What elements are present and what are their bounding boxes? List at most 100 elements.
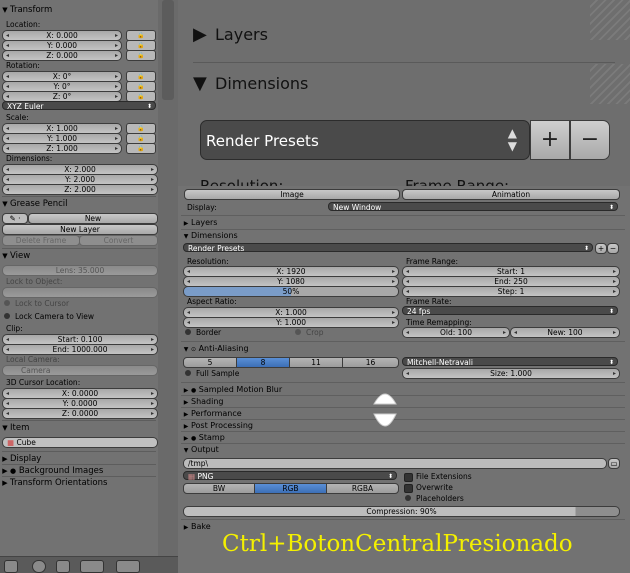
shading-header[interactable]: ▶ Shading — [181, 396, 625, 407]
view-header[interactable]: ▼ View — [0, 250, 157, 262]
camera-field[interactable]: Camera — [2, 365, 158, 376]
expanded-triangle-icon: ▼ — [2, 252, 8, 260]
collapsed-triangle-icon: ▶ — [183, 524, 189, 531]
frame-rate-label: Frame Rate: — [406, 297, 452, 306]
lock-to-cursor-checkbox[interactable] — [4, 300, 10, 306]
lock-location-z-icon[interactable]: 🔒 — [126, 50, 156, 61]
add-preset-button[interactable]: + — [595, 243, 607, 254]
post-processing-header[interactable]: ▶ Post Processing — [181, 420, 625, 431]
zoom-remove-preset-button[interactable]: − — [570, 120, 610, 160]
new-layer-button[interactable]: New Layer — [2, 224, 158, 235]
scale-z-field[interactable]: ◂ Z: 1.000 ▸ — [2, 143, 122, 154]
convert-button[interactable]: Convert — [79, 235, 158, 246]
performance-header[interactable]: ▶ Performance — [181, 408, 625, 419]
lock-scale-z-icon[interactable]: 🔒 — [126, 143, 156, 154]
aa-samples-8[interactable]: 8 — [236, 357, 290, 368]
panel-grip-icon — [590, 0, 630, 40]
rotation-mode-select[interactable]: XYZ Euler ⬍ — [2, 101, 156, 111]
color-mode-rgba[interactable]: RGBA — [326, 483, 399, 494]
frame-rate-select[interactable]: 24 fps ⬍ — [402, 306, 618, 316]
file-extensions-checkbox[interactable] — [404, 473, 413, 482]
aa-filter-select[interactable]: Mitchell-Netravali ⬍ — [402, 357, 618, 367]
overlay-caption: Ctrl+BotonCentralPresionado — [222, 531, 573, 557]
output-path-field[interactable]: /tmp\ — [183, 458, 607, 469]
transform-orientations-header[interactable]: ▶ Transform Orientations — [0, 477, 157, 489]
delete-frame-button[interactable]: Delete Frame — [2, 235, 80, 246]
updown-arrows-icon: ▲ ▼ — [507, 126, 517, 153]
editor-type-icon[interactable] — [4, 560, 18, 573]
zoom-direction-arrows-icon — [373, 393, 397, 427]
remap-new-field[interactable]: ◂ New: 100 ▸ — [510, 327, 620, 338]
color-mode-bw[interactable]: BW — [183, 483, 255, 494]
aa-samples-16[interactable]: 16 — [342, 357, 399, 368]
transform-title: Transform — [10, 5, 53, 15]
filter-size-field[interactable]: ◂ Size: 1.000 ▸ — [402, 368, 620, 379]
folder-icon[interactable]: ▭ — [608, 458, 620, 469]
motion-blur-header[interactable]: ▶ ● Sampled Motion Blur — [181, 384, 625, 395]
object-name-field[interactable]: ■ Cube — [2, 437, 158, 448]
divider — [181, 519, 625, 520]
overwrite-checkbox[interactable] — [404, 484, 413, 493]
draw-mode-icon[interactable]: ✎ · — [2, 213, 28, 224]
transform-header[interactable]: ▼ Transform — [0, 4, 157, 16]
grease-pencil-header[interactable]: ▼ Grease Pencil — [0, 198, 157, 210]
output-header[interactable]: ▼ Output — [181, 444, 625, 455]
placeholders-checkbox[interactable] — [405, 495, 411, 501]
compression-slider[interactable]: Compression: 90% — [183, 506, 620, 517]
panel-scrollbar[interactable] — [158, 0, 178, 572]
layers-header[interactable]: ▶ Layers — [181, 217, 625, 228]
lock-camera-checkbox[interactable] — [4, 313, 10, 319]
cursor-z-field[interactable]: ◂ Z: 0.0000 ▸ — [2, 408, 158, 419]
aa-samples-11[interactable]: 11 — [289, 357, 343, 368]
zoom-dimensions-header[interactable]: ▼ Dimensions — [193, 73, 308, 94]
view-title: View — [10, 251, 31, 261]
dimensions-header[interactable]: ▼ Dimensions — [181, 230, 625, 241]
render-animation-button[interactable]: Animation — [402, 189, 620, 200]
dimensions-z-field[interactable]: ◂ Z: 2.000 ▸ — [2, 184, 158, 195]
stamp-header[interactable]: ▶ ● Stamp — [181, 432, 625, 443]
placeholders-label: Placeholders — [416, 494, 464, 503]
frame-step-field[interactable]: ◂ Step: 1 ▸ — [402, 286, 620, 297]
color-mode-rgb[interactable]: RGB — [254, 483, 327, 494]
view3d-header-toolbar — [0, 556, 178, 573]
cube-object-icon: ■ — [7, 438, 15, 447]
cursor-location-label: 3D Cursor Location: — [6, 378, 81, 387]
resolution-label: Resolution: — [187, 257, 229, 266]
panel-grip-icon — [590, 64, 630, 104]
item-title: Item — [10, 423, 30, 433]
grease-pencil-new-button[interactable]: New — [28, 213, 158, 224]
anti-aliasing-header[interactable]: ▼ ⊙ Anti-Aliasing — [181, 343, 625, 354]
remove-preset-button[interactable]: − — [607, 243, 619, 254]
location-z-field[interactable]: ◂ Z: 0.000 ▸ — [2, 50, 122, 61]
aspect-ratio-label: Aspect Ratio: — [187, 297, 237, 306]
manipulator-icon[interactable] — [80, 560, 104, 573]
display-label: Display: — [187, 203, 217, 212]
lock-to-cursor-label: Lock to Cursor — [15, 299, 70, 308]
render-presets-select[interactable]: Render Presets ⬍ — [183, 243, 593, 253]
render-image-button[interactable]: Image — [184, 189, 400, 200]
zoom-add-preset-button[interactable]: + — [530, 120, 570, 160]
clip-end-field[interactable]: ◂ End: 1000.000 ▸ — [2, 344, 158, 355]
local-camera-label: Local Camera: — [6, 355, 60, 364]
remap-old-field[interactable]: ◂ Old: 100 ▸ — [402, 327, 510, 338]
zoom-render-presets-select[interactable]: Render Presets ▲ ▼ — [200, 120, 530, 160]
dimensions-label: Dimensions: — [6, 154, 53, 163]
scrollbar-thumb[interactable] — [162, 0, 174, 100]
lock-object-field[interactable] — [2, 287, 158, 298]
zoom-layers-header[interactable]: ▶ Layers — [193, 24, 268, 45]
rotation-label: Rotation: — [6, 61, 40, 70]
shading-icon[interactable] — [32, 560, 46, 573]
border-checkbox[interactable] — [185, 329, 191, 335]
aspect-y-field[interactable]: ◂ Y: 1.000 ▸ — [183, 317, 399, 328]
layers-icon[interactable] — [116, 560, 140, 573]
aa-samples-5[interactable]: 5 — [183, 357, 237, 368]
full-sample-checkbox[interactable] — [185, 370, 191, 376]
crop-checkbox[interactable] — [295, 329, 301, 335]
crop-label: Crop — [306, 328, 324, 337]
lens-field[interactable]: Lens: 35.000 — [2, 265, 158, 276]
display-select[interactable]: New Window ⬍ — [328, 202, 618, 212]
pivot-icon[interactable] — [56, 560, 70, 573]
resolution-percentage-slider[interactable]: 50% — [183, 286, 399, 297]
file-format-select[interactable]: ▦ PNG ⬍ — [183, 471, 397, 481]
item-header[interactable]: ▼ Item — [0, 422, 157, 434]
